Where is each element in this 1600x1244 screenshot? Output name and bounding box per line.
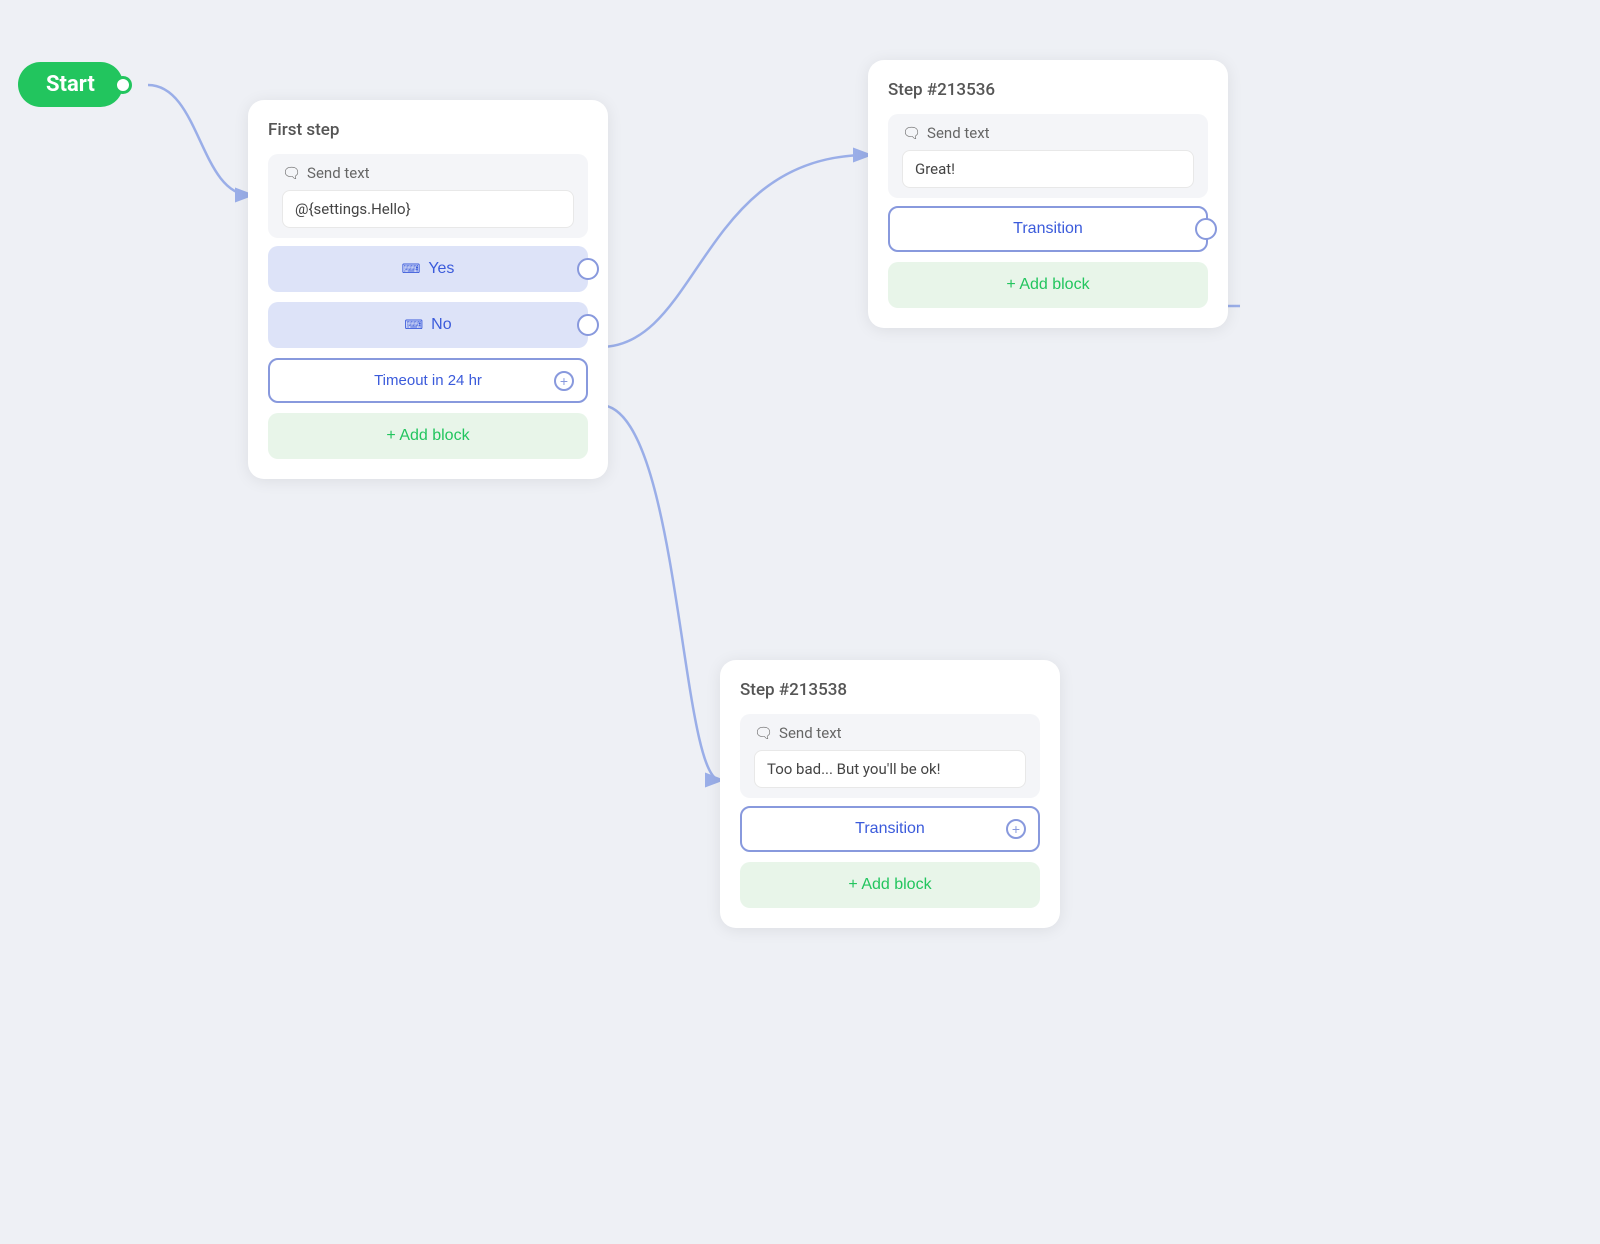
timeout-plus-icon: +	[554, 371, 574, 391]
first-step-title: First step	[268, 120, 588, 140]
first-step-send-text-value: @{settings.Hello}	[282, 190, 574, 228]
message-icon-2: 🗨	[902, 124, 921, 142]
no-button[interactable]: ⌨ No	[268, 302, 588, 348]
step-213538-send-text-value: Too bad... But you'll be ok!	[754, 750, 1026, 788]
step-213536-send-text-label: 🗨 Send text	[902, 124, 1194, 142]
step-213538-title: Step #213538	[740, 680, 1040, 700]
first-step-send-text-block: 🗨 Send text @{settings.Hello}	[268, 154, 588, 238]
timeout-button[interactable]: Timeout in 24 hr +	[268, 358, 588, 403]
step-213536-transition-connector	[1195, 218, 1217, 240]
start-connector	[114, 76, 132, 94]
message-icon: 🗨	[282, 164, 301, 182]
message-icon-3: 🗨	[754, 724, 773, 742]
step-213538-card: Step #213538 🗨 Send text Too bad... But …	[720, 660, 1060, 928]
step-213536-send-text-block: 🗨 Send text Great!	[888, 114, 1208, 198]
no-connector	[577, 314, 599, 336]
start-node[interactable]: Start	[18, 62, 123, 107]
step-213538-send-text-label: 🗨 Send text	[754, 724, 1026, 742]
step-213538-transition-button[interactable]: Transition +	[740, 806, 1040, 852]
first-step-add-block[interactable]: + Add block	[268, 413, 588, 459]
step-213536-send-text-value: Great!	[902, 150, 1194, 188]
first-step-send-text-label: 🗨 Send text	[282, 164, 574, 182]
step-213538-send-text-block: 🗨 Send text Too bad... But you'll be ok!	[740, 714, 1040, 798]
start-label: Start	[46, 72, 95, 97]
first-step-card: First step 🗨 Send text @{settings.Hello}…	[248, 100, 608, 479]
step-213538-add-block[interactable]: + Add block	[740, 862, 1040, 908]
step-213536-title: Step #213536	[888, 80, 1208, 100]
step-213538-transition-plus-icon: +	[1006, 819, 1026, 839]
step-213536-add-block[interactable]: + Add block	[888, 262, 1208, 308]
step-213536-card: Step #213536 🗨 Send text Great! Transiti…	[868, 60, 1228, 328]
step-213536-transition-button[interactable]: Transition	[888, 206, 1208, 252]
keyboard-icon-yes: ⌨	[402, 261, 421, 277]
keyboard-icon-no: ⌨	[404, 317, 423, 333]
yes-button[interactable]: ⌨ Yes	[268, 246, 588, 292]
yes-connector	[577, 258, 599, 280]
